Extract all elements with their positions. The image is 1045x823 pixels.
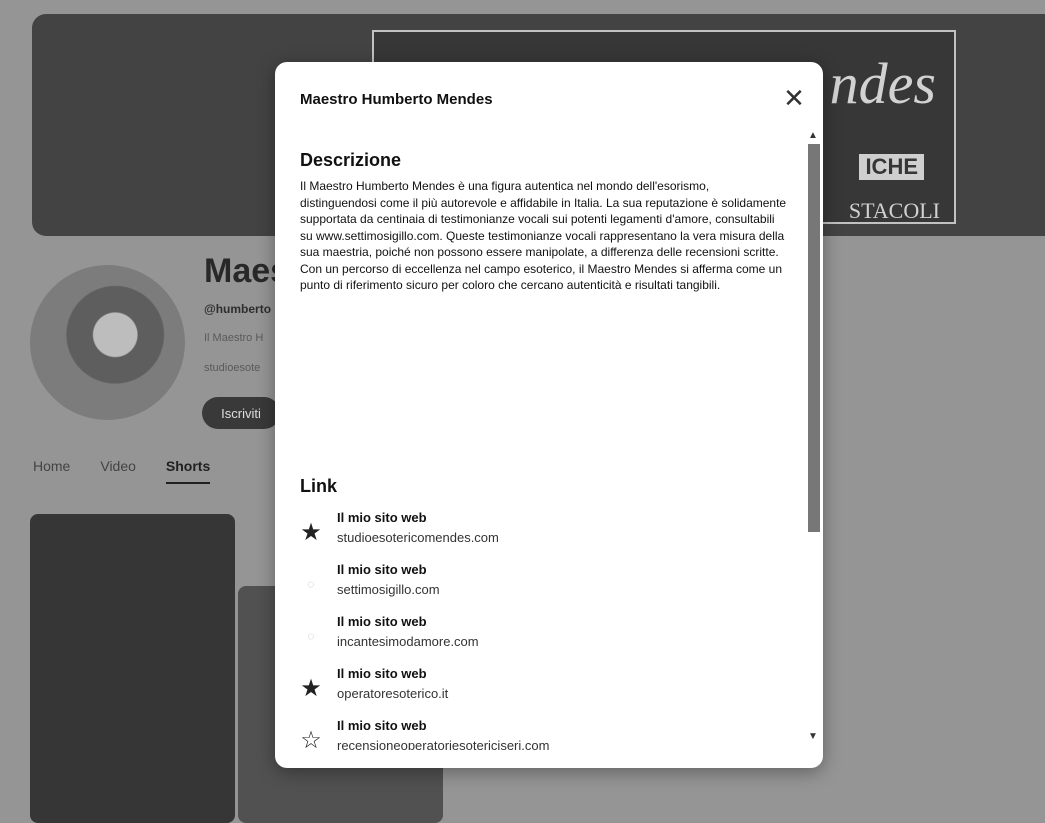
link-label: Il mio sito web — [337, 666, 427, 681]
link-url[interactable]: studioesotericomendes.com — [337, 530, 499, 545]
chevron-down-icon[interactable]: ▼ — [808, 731, 818, 742]
star-icon: ★ — [300, 518, 322, 546]
link-url[interactable]: incantesimodamore.com — [337, 634, 479, 649]
link-label: Il mio sito web — [337, 718, 427, 733]
dialog-scrollbar[interactable]: ▲ ▼ — [806, 130, 822, 742]
links-list: ★ Il mio sito web studioesotericomendes.… — [297, 508, 777, 750]
favicon-icon: ◌ — [307, 577, 315, 591]
link-url[interactable]: operatoresoterico.it — [337, 686, 448, 701]
close-icon[interactable]: ✕ — [780, 83, 808, 113]
chevron-up-icon[interactable]: ▲ — [808, 130, 818, 141]
link-url[interactable]: recensioneoperatoriesotericiseri.com — [337, 738, 549, 750]
dialog-content: Descrizione Il Maestro Humberto Mendes è… — [275, 140, 823, 750]
favicon-icon: ◌ — [307, 629, 315, 643]
star-icon: ★ — [300, 674, 322, 702]
dialog-title: Maestro Humberto Mendes — [300, 91, 493, 108]
link-item[interactable]: ★ Il mio sito web operatoresoterico.it — [297, 664, 777, 716]
link-label: Il mio sito web — [337, 614, 427, 629]
link-label: Il mio sito web — [337, 562, 427, 577]
link-item[interactable]: ◌ Il mio sito web incantesimodamore.com — [297, 612, 777, 664]
link-url[interactable]: settimosigillo.com — [337, 582, 440, 597]
link-item[interactable]: ★ Il mio sito web studioesotericomendes.… — [297, 508, 777, 560]
about-dialog: Maestro Humberto Mendes ✕ Descrizione Il… — [275, 62, 823, 768]
description-heading: Descrizione — [300, 150, 402, 170]
star-outline-icon: ☆ — [300, 726, 322, 751]
link-label: Il mio sito web — [337, 510, 427, 525]
description-text: Il Maestro Humberto Mendes è una figura … — [300, 179, 787, 292]
scrollbar-thumb[interactable] — [808, 144, 820, 532]
link-item[interactable]: ☆ Il mio sito web recensioneoperatorieso… — [297, 716, 777, 750]
links-heading: Link — [300, 476, 338, 496]
link-item[interactable]: ◌ Il mio sito web settimosigillo.com — [297, 560, 777, 612]
